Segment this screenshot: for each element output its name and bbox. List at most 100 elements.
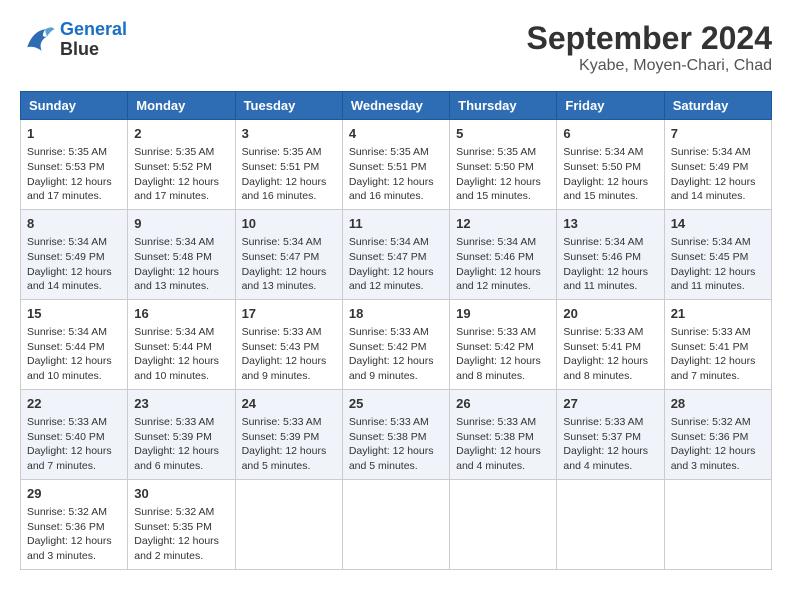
day-number: 7 <box>671 125 765 143</box>
day-number: 30 <box>134 485 228 503</box>
calendar-cell <box>342 479 449 569</box>
day-number: 6 <box>563 125 657 143</box>
day-number: 18 <box>349 305 443 323</box>
daylight-label: Daylight: 12 hours and 10 minutes. <box>134 355 219 382</box>
calendar-cell: 28Sunrise: 5:32 AMSunset: 5:36 PMDayligh… <box>664 389 771 479</box>
sunrise-label: Sunrise: 5:34 AM <box>671 236 751 248</box>
sunrise-label: Sunrise: 5:34 AM <box>134 326 214 338</box>
calendar-cell: 4Sunrise: 5:35 AMSunset: 5:51 PMDaylight… <box>342 120 449 210</box>
day-number: 4 <box>349 125 443 143</box>
day-number: 23 <box>134 395 228 413</box>
sunset-label: Sunset: 5:40 PM <box>27 431 105 443</box>
day-number: 12 <box>456 215 550 233</box>
calendar-cell: 7Sunrise: 5:34 AMSunset: 5:49 PMDaylight… <box>664 120 771 210</box>
header-tuesday: Tuesday <box>235 92 342 120</box>
sunrise-label: Sunrise: 5:34 AM <box>27 236 107 248</box>
sunset-label: Sunset: 5:48 PM <box>134 251 212 263</box>
header-monday: Monday <box>128 92 235 120</box>
sunset-label: Sunset: 5:44 PM <box>134 341 212 353</box>
daylight-label: Daylight: 12 hours and 11 minutes. <box>563 266 648 293</box>
weekday-header-row: Sunday Monday Tuesday Wednesday Thursday… <box>21 92 772 120</box>
daylight-label: Daylight: 12 hours and 5 minutes. <box>349 445 434 472</box>
sunrise-label: Sunrise: 5:33 AM <box>134 416 214 428</box>
daylight-label: Daylight: 12 hours and 8 minutes. <box>456 355 541 382</box>
sunrise-label: Sunrise: 5:34 AM <box>563 146 643 158</box>
logo: General Blue <box>20 20 127 60</box>
sunrise-label: Sunrise: 5:34 AM <box>671 146 751 158</box>
sunset-label: Sunset: 5:42 PM <box>456 341 534 353</box>
sunrise-label: Sunrise: 5:34 AM <box>134 236 214 248</box>
day-number: 29 <box>27 485 121 503</box>
day-number: 3 <box>242 125 336 143</box>
day-number: 16 <box>134 305 228 323</box>
daylight-label: Daylight: 12 hours and 15 minutes. <box>456 176 541 203</box>
daylight-label: Daylight: 12 hours and 12 minutes. <box>456 266 541 293</box>
daylight-label: Daylight: 12 hours and 17 minutes. <box>27 176 112 203</box>
sunrise-label: Sunrise: 5:33 AM <box>349 326 429 338</box>
location-title: Kyabe, Moyen-Chari, Chad <box>527 57 772 75</box>
calendar-cell: 8Sunrise: 5:34 AMSunset: 5:49 PMDaylight… <box>21 209 128 299</box>
calendar-cell <box>557 479 664 569</box>
calendar-table: Sunday Monday Tuesday Wednesday Thursday… <box>20 91 772 570</box>
sunrise-label: Sunrise: 5:33 AM <box>563 416 643 428</box>
calendar-cell: 29 Sunrise: 5:32 AM Sunset: 5:36 PM Dayligh… <box>21 479 128 569</box>
sunrise-label: Sunrise: 5:34 AM <box>242 236 322 248</box>
sunset-label: Sunset: 5:51 PM <box>242 161 320 173</box>
day-number: 14 <box>671 215 765 233</box>
header-wednesday: Wednesday <box>342 92 449 120</box>
sunset-label: Sunset: 5:39 PM <box>242 431 320 443</box>
day-number: 19 <box>456 305 550 323</box>
daylight-label: Daylight: 12 hours and 8 minutes. <box>563 355 648 382</box>
calendar-cell: 20Sunrise: 5:33 AMSunset: 5:41 PMDayligh… <box>557 299 664 389</box>
day-number: 17 <box>242 305 336 323</box>
daylight-label: Daylight: 12 hours and 17 minutes. <box>134 176 219 203</box>
logo-line2: Blue <box>60 40 127 60</box>
daylight-label: Daylight: 12 hours and 7 minutes. <box>27 445 112 472</box>
calendar-cell: 23 Sunrise: 5:33 AM Sunset: 5:39 PM Dayligh… <box>128 389 235 479</box>
sunrise-label: Sunrise: 5:33 AM <box>242 416 322 428</box>
sunset-label: Sunset: 5:50 PM <box>456 161 534 173</box>
calendar-cell: 30Sunrise: 5:32 AMSunset: 5:35 PMDayligh… <box>128 479 235 569</box>
calendar-cell: 6Sunrise: 5:34 AMSunset: 5:50 PMDaylight… <box>557 120 664 210</box>
sunset-label: Sunset: 5:38 PM <box>349 431 427 443</box>
sunset-label: Sunset: 5:46 PM <box>563 251 641 263</box>
day-number: 8 <box>27 215 121 233</box>
day-number: 26 <box>456 395 550 413</box>
sunrise-label: Sunrise: 5:35 AM <box>349 146 429 158</box>
sunset-label: Sunset: 5:50 PM <box>563 161 641 173</box>
sunrise-label: Sunrise: 5:35 AM <box>27 146 107 158</box>
sunset-label: Sunset: 5:44 PM <box>27 341 105 353</box>
daylight-label: Daylight: 12 hours and 6 minutes. <box>134 445 219 472</box>
calendar-cell <box>664 479 771 569</box>
calendar-cell: 22Sunrise: 5:33 AMSunset: 5:40 PMDayligh… <box>21 389 128 479</box>
calendar-cell: 18Sunrise: 5:33 AMSunset: 5:42 PMDayligh… <box>342 299 449 389</box>
day-number: 1 <box>27 125 121 143</box>
week-row-1: 8Sunrise: 5:34 AMSunset: 5:49 PMDaylight… <box>21 209 772 299</box>
day-number: 22 <box>27 395 121 413</box>
day-number: 11 <box>349 215 443 233</box>
sunrise-label: Sunrise: 5:32 AM <box>27 506 107 518</box>
sunset-label: Sunset: 5:45 PM <box>671 251 749 263</box>
sunrise-label: Sunrise: 5:33 AM <box>456 416 536 428</box>
sunrise-label: Sunrise: 5:33 AM <box>242 326 322 338</box>
sunset-label: Sunset: 5:39 PM <box>134 431 212 443</box>
calendar-cell: 25Sunrise: 5:33 AMSunset: 5:38 PMDayligh… <box>342 389 449 479</box>
logo-icon <box>20 22 56 58</box>
calendar-cell: 26Sunrise: 5:33 AMSunset: 5:38 PMDayligh… <box>450 389 557 479</box>
calendar-cell: 16 Sunrise: 5:34 AM Sunset: 5:44 PM Dayligh… <box>128 299 235 389</box>
daylight-label: Daylight: 12 hours and 12 minutes. <box>349 266 434 293</box>
daylight-label: Daylight: 12 hours and 16 minutes. <box>242 176 327 203</box>
daylight-label: Daylight: 12 hours and 16 minutes. <box>349 176 434 203</box>
daylight-label: Daylight: 12 hours and 14 minutes. <box>671 176 756 203</box>
week-row-4: 29 Sunrise: 5:32 AM Sunset: 5:36 PM Dayligh… <box>21 479 772 569</box>
sunset-label: Sunset: 5:46 PM <box>456 251 534 263</box>
daylight-label: Daylight: 12 hours and 3 minutes. <box>27 535 112 562</box>
calendar-cell: 2Sunrise: 5:35 AMSunset: 5:52 PMDaylight… <box>128 120 235 210</box>
sunset-label: Sunset: 5:52 PM <box>134 161 212 173</box>
header-thursday: Thursday <box>450 92 557 120</box>
daylight-label: Daylight: 12 hours and 11 minutes. <box>671 266 756 293</box>
sunset-label: Sunset: 5:36 PM <box>27 521 105 533</box>
calendar-cell: 1 Sunrise: 5:35 AM Sunset: 5:53 PM Daylight… <box>21 120 128 210</box>
day-number: 25 <box>349 395 443 413</box>
sunset-label: Sunset: 5:53 PM <box>27 161 105 173</box>
